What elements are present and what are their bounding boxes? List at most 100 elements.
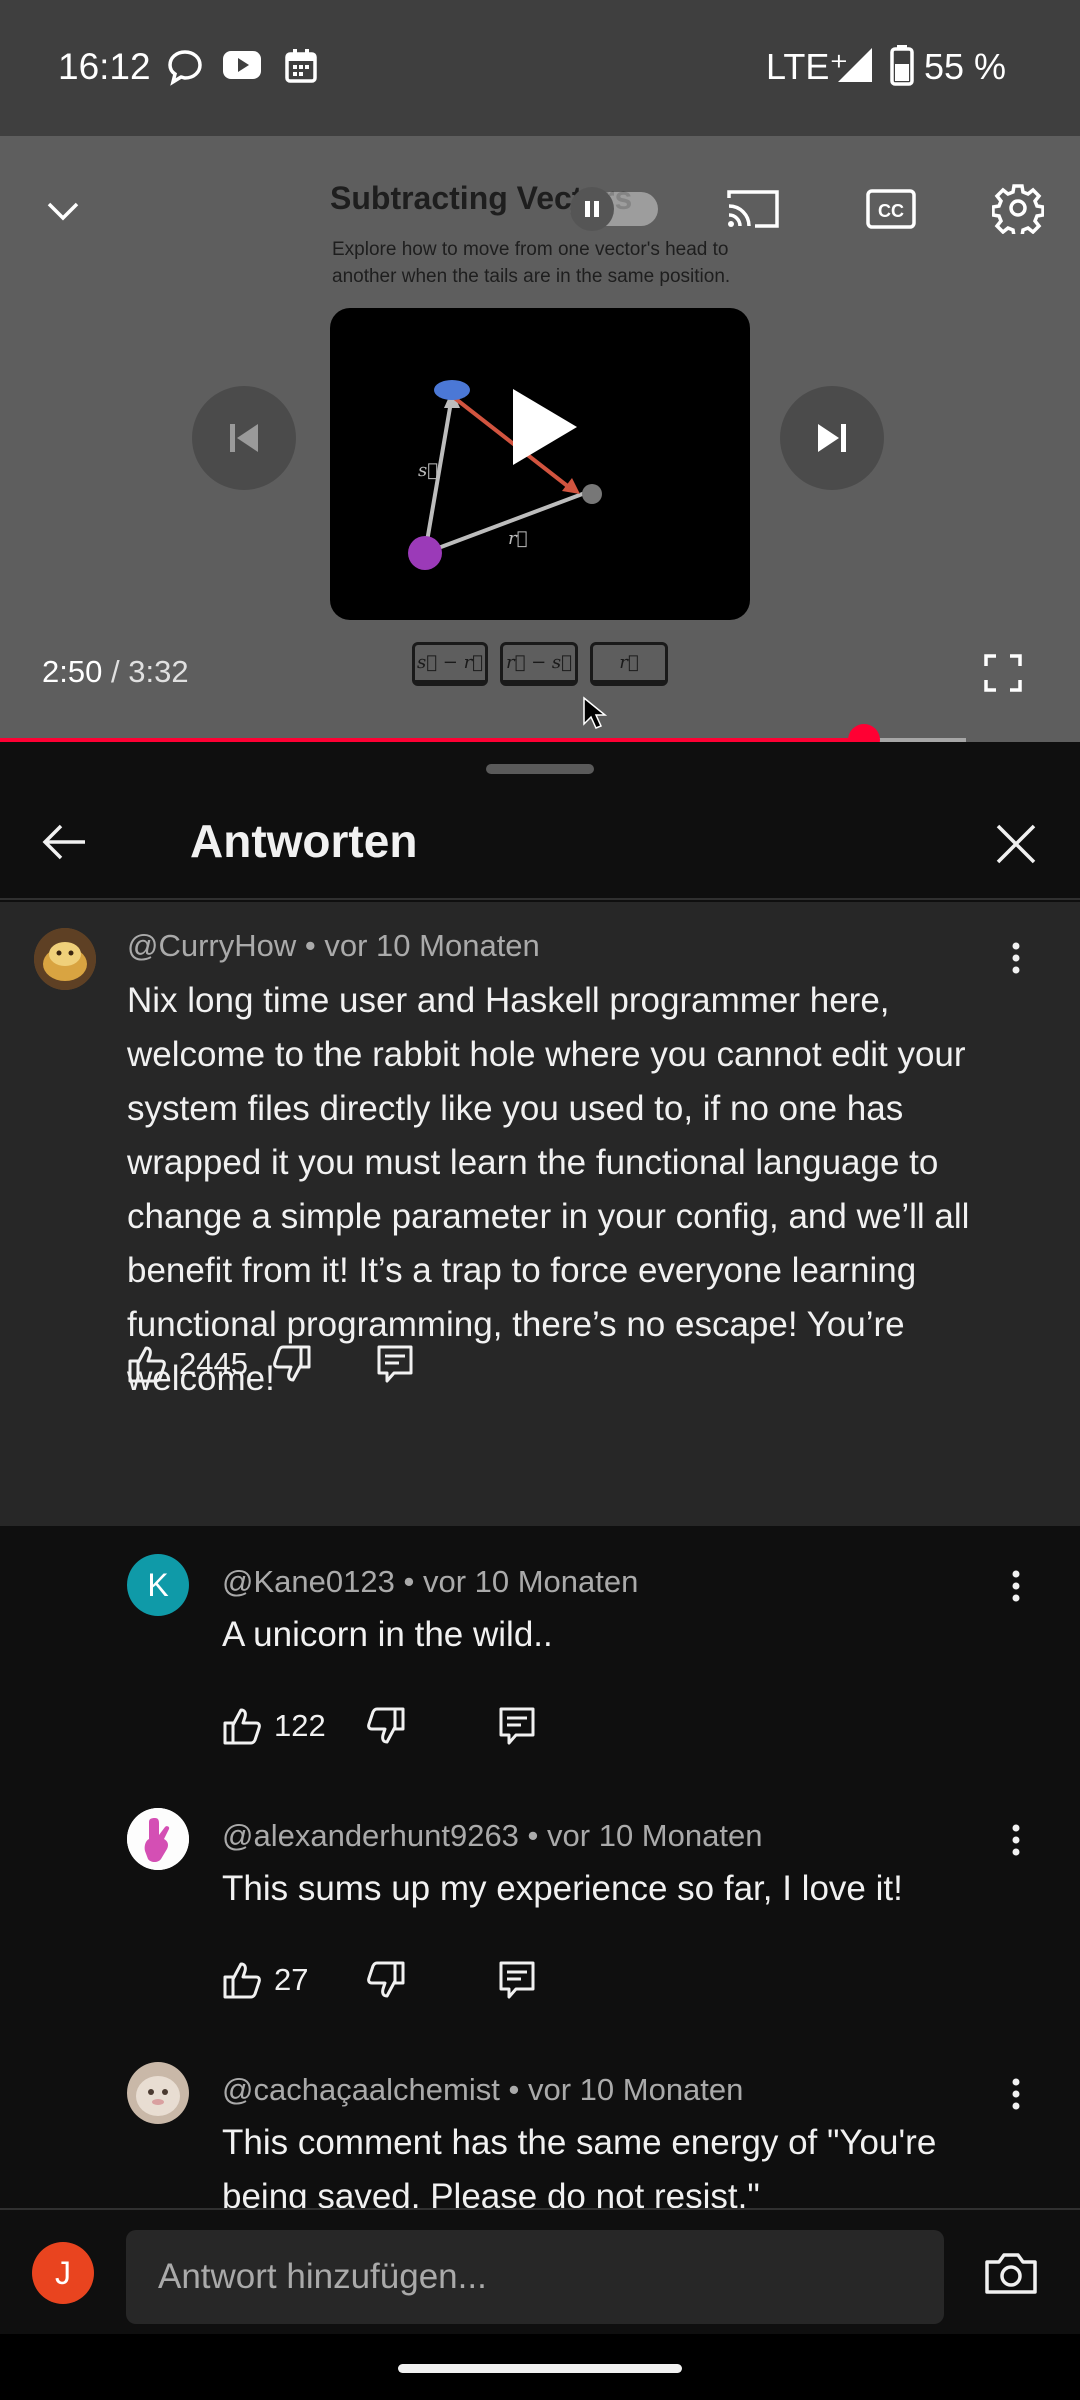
formula-r-minus-s: r⃗ − s⃗ — [500, 642, 578, 686]
reply-item: @cachaçaalchemist • vor 10 Monaten This … — [0, 2062, 1080, 2208]
comment-meta: @Kane0123 • vor 10 Monaten — [222, 1564, 638, 1600]
back-button[interactable] — [36, 814, 92, 870]
avatar[interactable] — [127, 2062, 189, 2124]
comment-menu-button[interactable] — [1000, 1566, 1032, 1606]
like-button[interactable] — [222, 1706, 262, 1746]
comment-author[interactable]: @Kane0123 — [222, 1564, 395, 1599]
previous-button[interactable] — [192, 386, 296, 490]
comment-menu-button[interactable] — [1000, 938, 1032, 978]
autoplay-track — [570, 187, 658, 231]
like-count: 2445 — [179, 1346, 248, 1381]
next-button[interactable] — [780, 386, 884, 490]
cast-button[interactable] — [722, 180, 784, 238]
drag-handle[interactable] — [486, 764, 594, 774]
chat-bubble-icon — [168, 50, 202, 86]
like-count: 122 — [274, 1708, 326, 1743]
comment-author[interactable]: @alexanderhunt9263 — [222, 1818, 519, 1853]
comment-actions: 27 — [222, 1958, 536, 2002]
avatar[interactable] — [127, 1808, 189, 1870]
status-bar: 16:12 LTE⁺ 55 % — [0, 0, 1080, 136]
reply-item: @alexanderhunt9263 • vor 10 Monaten This… — [0, 1808, 1080, 2038]
camera-button[interactable] — [980, 2244, 1042, 2302]
replies-panel: Antworten @CurryHow • vor 10 Monaten Nix… — [0, 742, 1080, 2400]
reply-input[interactable] — [126, 2230, 944, 2324]
gear-icon — [992, 184, 1044, 234]
avatar-image — [127, 1808, 189, 1870]
comment-text: This sums up my experience so far, I lov… — [222, 1869, 903, 1908]
arrow-back-icon — [42, 824, 85, 860]
comment-menu-button[interactable] — [1000, 2074, 1032, 2114]
dislike-button[interactable] — [366, 1706, 406, 1746]
fullscreen-button[interactable] — [978, 648, 1028, 698]
reply-comment-icon — [499, 1707, 535, 1745]
comment-author[interactable]: @CurryHow — [127, 928, 296, 963]
thumb-down-icon — [367, 1961, 405, 1998]
signal-icon — [838, 48, 872, 82]
vector-label-r: r⃗ — [508, 528, 527, 549]
comment-author[interactable]: @cachaçaalchemist — [222, 2072, 500, 2107]
current-time: 2:50 — [42, 654, 103, 689]
formula-s-minus-r: s⃗ − r⃗ — [412, 642, 488, 686]
thumb-up-icon — [128, 1346, 166, 1383]
battery-level: 55 % — [924, 46, 1007, 87]
comment-text: A unicorn in the wild.. — [222, 1615, 553, 1654]
time-separator: / — [110, 654, 120, 689]
thumb-down-icon — [273, 1345, 311, 1382]
cast-icon — [727, 190, 779, 228]
comment-menu-button[interactable] — [1000, 1820, 1032, 1860]
svg-text:CC: CC — [878, 201, 904, 221]
duration: 3:32 — [128, 654, 189, 689]
home-indicator[interactable] — [398, 2364, 682, 2373]
reply-item: K @Kane0123 • vor 10 Monaten A unicorn i… — [0, 1554, 1080, 1784]
youtube-icon — [223, 51, 261, 79]
fullscreen-icon — [984, 654, 1022, 692]
system-nav-bar — [0, 2334, 1080, 2400]
slide-subtitle: Explore how to move from one vector's he… — [332, 239, 731, 287]
mouse-cursor-icon — [583, 696, 608, 729]
dislike-button[interactable] — [272, 1344, 312, 1384]
captions-button[interactable]: CC — [862, 182, 920, 236]
dislike-button[interactable] — [366, 1960, 406, 2000]
camera-icon — [985, 2253, 1037, 2294]
comment-age: vor 10 Monaten — [527, 2072, 744, 2107]
close-button[interactable] — [990, 818, 1042, 870]
thumb-up-icon — [223, 1962, 261, 1999]
comment-age: vor 10 Monaten — [547, 1818, 763, 1853]
panel-title: Antworten — [190, 815, 418, 867]
reply-composer: J — [0, 2208, 1080, 2334]
minimize-button[interactable] — [38, 186, 88, 236]
more-vert-icon — [1012, 2078, 1020, 2110]
skip-next-icon — [818, 424, 846, 452]
parent-comment: @CurryHow • vor 10 Monaten Nix long time… — [0, 902, 1080, 1526]
vector-label-s: s⃗ — [418, 460, 438, 481]
cc-icon: CC — [866, 189, 916, 229]
user-initial: J — [55, 2254, 71, 2291]
comment-meta: @cachaçaalchemist • vor 10 Monaten — [222, 2072, 743, 2108]
status-time: 16:12 — [58, 46, 151, 87]
more-vert-icon — [1012, 942, 1020, 974]
play-button[interactable] — [488, 372, 598, 482]
reply-button[interactable] — [498, 1706, 536, 1746]
autoplay-knob — [570, 187, 614, 231]
like-button[interactable] — [127, 1344, 167, 1384]
pause-icon — [585, 201, 599, 217]
meta-separator: • — [403, 1564, 415, 1599]
autoplay-toggle[interactable] — [568, 184, 660, 234]
comment-age: vor 10 Monaten — [324, 928, 540, 963]
like-button[interactable] — [222, 1960, 262, 2000]
avatar[interactable] — [34, 928, 96, 990]
thumb-down-icon — [366, 1707, 405, 1744]
battery-icon — [890, 45, 914, 86]
reply-button[interactable] — [376, 1344, 414, 1384]
user-avatar[interactable]: J — [32, 2242, 94, 2304]
avatar[interactable]: K — [127, 1554, 189, 1616]
video-player[interactable]: Subtracting Vectors Explore how to move … — [0, 136, 1080, 742]
skip-previous-icon — [230, 424, 258, 452]
panel-header: Antworten — [0, 782, 1080, 900]
comment-text: This comment has the same energy of "You… — [222, 2123, 937, 2208]
thumb-up-icon — [223, 1708, 261, 1745]
comment-meta: @CurryHow • vor 10 Monaten — [127, 928, 540, 964]
comment-actions: 122 — [222, 1704, 536, 1748]
settings-button[interactable] — [988, 178, 1048, 238]
reply-button[interactable] — [498, 1960, 536, 2000]
